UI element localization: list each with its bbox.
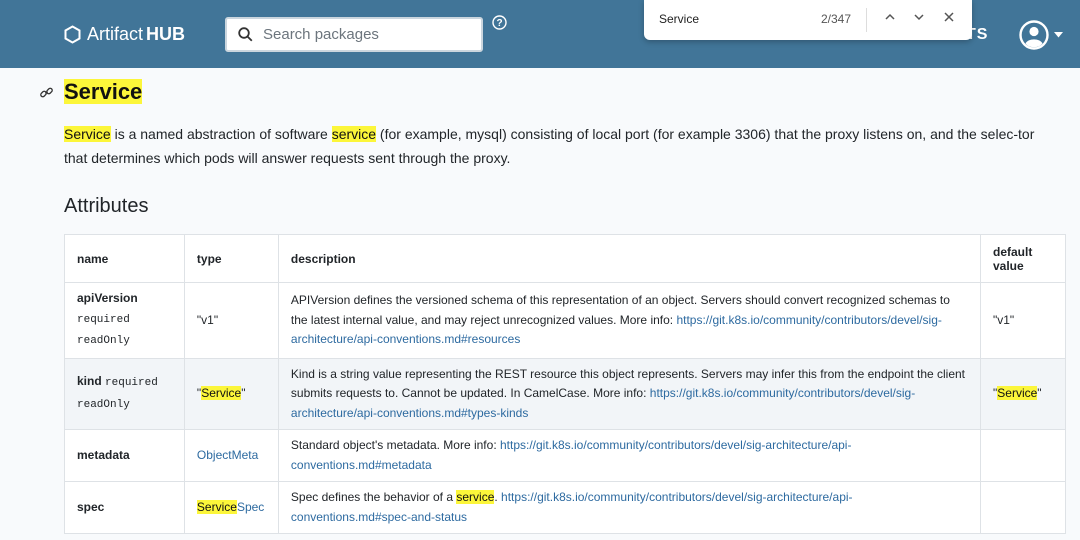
attr-description-text: Spec defines the behavior of a — [290, 490, 457, 504]
attr-description: APIVersion defines the versioned schema … — [277, 282, 982, 359]
attr-default — [980, 481, 1066, 534]
find-divider — [866, 8, 867, 32]
table-header-row: name type description default value — [64, 234, 1066, 283]
logo-text-bold: HUB — [146, 24, 186, 44]
svg-text:?: ? — [496, 18, 502, 29]
header-name: name — [64, 234, 185, 283]
search-box[interactable]: Search packages — [225, 17, 483, 52]
attributes-heading: Attributes — [64, 195, 149, 217]
search-icon — [238, 27, 253, 42]
attr-name-cell: metadata — [64, 429, 185, 482]
user-menu[interactable] — [1019, 20, 1063, 50]
chevron-down-icon — [1054, 32, 1063, 38]
find-previous-icon[interactable] — [884, 11, 896, 23]
attr-flag-readonly: readOnly — [77, 335, 130, 347]
section-title: Service — [64, 79, 143, 105]
table-row: kind required readOnly "Service" Kind is … — [64, 357, 1066, 430]
default-highlight: Service — [997, 386, 1038, 400]
default-quote-close: " — [1037, 386, 1042, 400]
find-match-count: 2/347 — [821, 12, 852, 26]
attr-name: spec — [77, 499, 105, 514]
attr-description: Standard object's metadata. More info: h… — [277, 429, 982, 482]
find-next-icon[interactable] — [913, 11, 925, 23]
attr-name: apiVersion — [77, 291, 138, 305]
attr-default: "Service" — [980, 357, 1066, 430]
help-icon[interactable]: ? — [492, 15, 507, 30]
search-input[interactable]: Search packages — [263, 26, 379, 43]
user-avatar-icon — [1019, 20, 1049, 50]
attr-type: "v1" — [183, 282, 279, 359]
table-row: apiVersion required readOnly "v1" APIVersi… — [64, 282, 1066, 359]
header-default-value: default value — [980, 234, 1066, 283]
attr-type: ServiceSpec — [183, 481, 279, 534]
attr-description: Kind is a string value representing the … — [277, 357, 982, 430]
type-link[interactable]: ObjectMeta — [197, 448, 258, 462]
title-highlight: Service — [64, 79, 143, 104]
attr-name-cell: kind required readOnly — [64, 357, 185, 430]
find-query-input[interactable]: Service — [659, 12, 699, 26]
artifacthub-logo[interactable]: Artifact HUB — [64, 24, 185, 45]
find-close-icon[interactable] — [943, 11, 955, 23]
anchor-link-icon[interactable] — [39, 85, 54, 100]
attr-default — [980, 429, 1066, 482]
type-highlight: Service — [201, 386, 242, 400]
attr-type: ObjectMeta — [183, 429, 279, 482]
attr-name-cell: spec — [64, 481, 185, 534]
attr-description: Spec defines the behavior of a service. … — [277, 481, 982, 534]
attr-name: kind — [77, 374, 102, 389]
intro-highlight-2: service — [331, 126, 377, 142]
attr-name: metadata — [77, 447, 130, 462]
hexagon-logo-icon — [64, 25, 81, 44]
table-row: metadata ObjectMeta Standard object's me… — [64, 429, 1066, 482]
attr-flag-readonly: readOnly — [77, 398, 130, 411]
type-link-rest: Spec — [236, 499, 265, 514]
header-description: description — [277, 234, 982, 283]
type-highlight: Service — [196, 499, 237, 514]
find-in-page-bar: Service 2/347 — [644, 0, 972, 40]
header-type: type — [183, 234, 279, 283]
desc-highlight: service — [456, 490, 495, 504]
intro-text-1: is a named abstraction of software — [110, 126, 332, 142]
intro-highlight-1: Service — [64, 126, 111, 142]
logo-text: Artifact — [87, 24, 144, 44]
attr-default: "v1" — [980, 282, 1066, 359]
attr-flag-required: required — [77, 313, 130, 326]
attr-type: "Service" — [183, 357, 279, 430]
attr-name-cell: apiVersion required readOnly — [64, 282, 185, 359]
attributes-table: name type description default value apiV… — [64, 234, 1066, 534]
attr-description-text: Standard object's metadata. More info: — [290, 438, 500, 452]
table-row: spec ServiceSpec Spec defines the behavi… — [64, 481, 1066, 534]
type-quote-close: " — [241, 386, 246, 400]
attr-flag-required: required — [105, 377, 158, 390]
type-link[interactable]: ServiceSpec — [196, 499, 265, 514]
section-description: Service is a named abstraction of softwa… — [64, 122, 1060, 170]
